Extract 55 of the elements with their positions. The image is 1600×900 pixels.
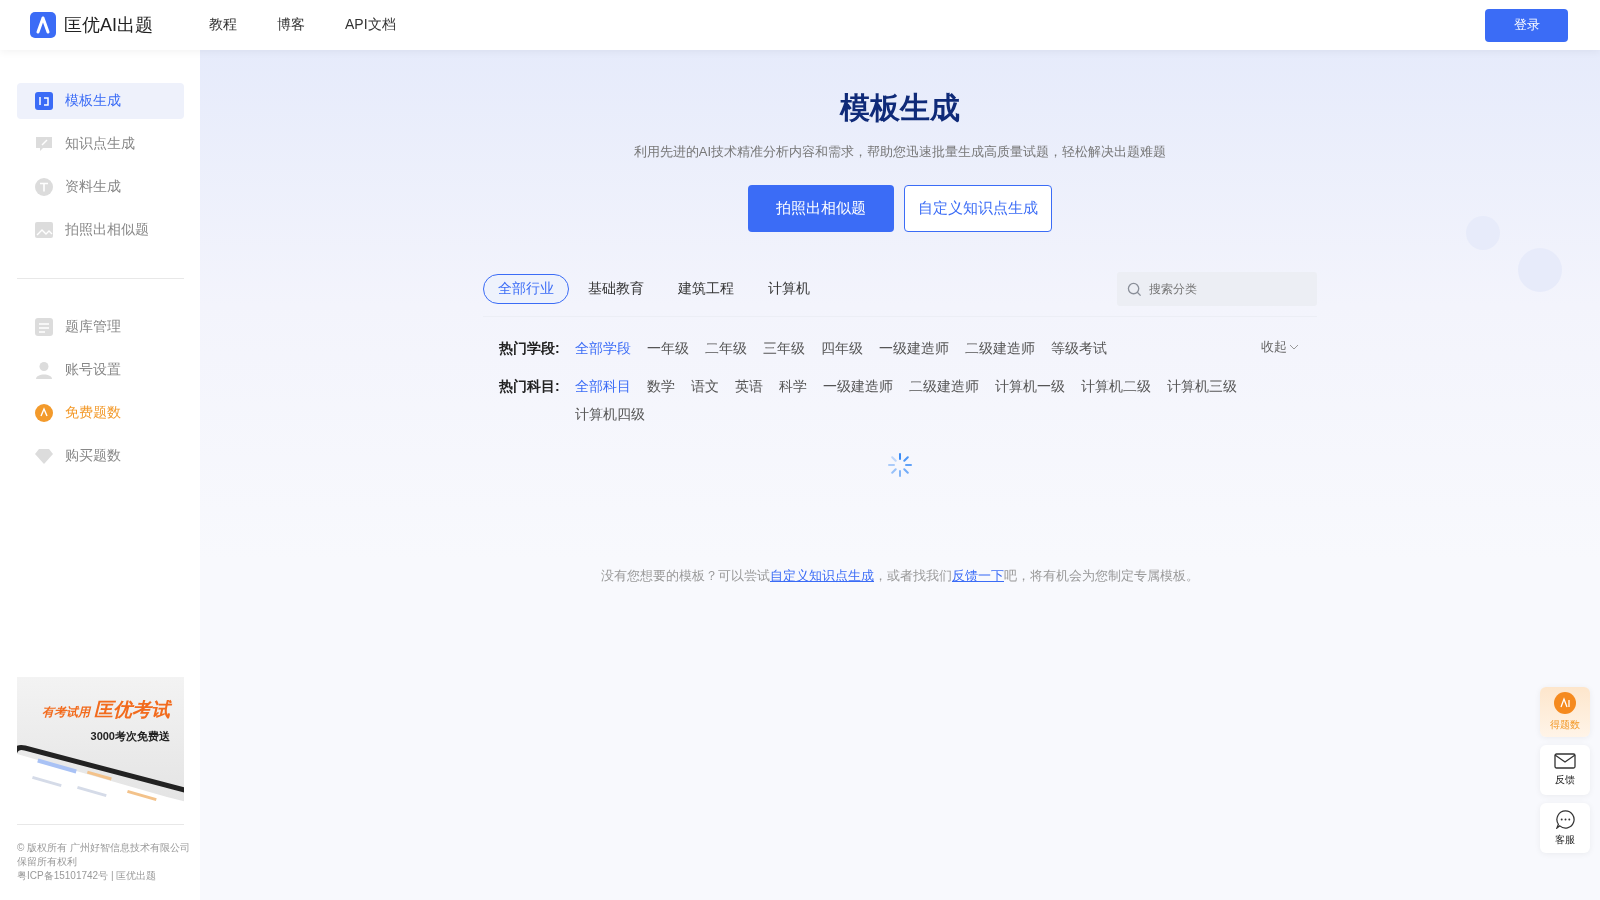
filter-label: 热门学段: [499,339,561,358]
nav-link[interactable]: API文档 [345,16,396,34]
search-field[interactable]: 搜索分类 [1117,272,1317,306]
sidebar-item[interactable]: 购买题数 [17,438,184,474]
page-title: 模板生成 [840,90,960,126]
nav-link[interactable]: 博客 [277,16,305,34]
industry-tab[interactable]: 建筑工程 [663,274,749,304]
industry-tab[interactable]: 计算机 [753,274,825,304]
hint-link[interactable]: 自定义知识点生成 [770,568,874,583]
collapse-link[interactable]: 收起 [1261,337,1299,357]
filter-option[interactable]: 英语 [735,375,763,397]
hint-link[interactable]: 反馈一下 [952,568,1004,583]
filter-option[interactable]: 科学 [779,375,807,397]
filter-option[interactable]: 语文 [691,375,719,397]
sidebar-item[interactable]: 资料生成 [17,169,184,205]
sidebar-item[interactable]: 拍照出相似题 [17,212,184,248]
copyright-text: 保留所有权利 [17,855,78,868]
filter-option[interactable]: 等级考试 [1051,337,1107,359]
filter-option[interactable]: 计算机四级 [575,403,645,425]
sidebar-item[interactable]: 题库管理 [17,309,184,345]
filter-option[interactable]: 四年级 [821,337,863,359]
copyright-text: © 版权所有 广州好智信息技术有限公司 [17,841,191,854]
filter-option[interactable]: 全部科目 [575,375,631,397]
banner-offer: 3000考次免费送 [90,729,170,744]
filter-label: 热门科目: [499,377,561,396]
banner-slogan: 有考试用 [41,704,90,721]
float-button[interactable]: 反馈 [1540,745,1590,795]
float-button[interactable]: 客服 [1540,803,1590,853]
sidebar-item[interactable]: 账号设置 [17,352,184,388]
banner-title: 匡优考试 [93,698,170,722]
filter-option[interactable]: 二级建造师 [909,375,979,397]
filter-option[interactable]: 一级建造师 [879,337,949,359]
action-button[interactable]: 自定义知识点生成 [904,185,1052,232]
login-button[interactable]: 登录 [1485,8,1568,42]
filter-option[interactable]: 全部学段 [575,337,631,359]
action-button[interactable]: 拍照出相似题 [748,185,894,232]
copyright-text: 粤ICP备15101742号 | 匡优出题 [17,869,158,882]
page-subtitle: 利用先进的AI技术精准分析内容和需求，帮助您迅速批量生成高质量试题，轻松解决出题难题 [633,143,1167,161]
filter-option[interactable]: 计算机二级 [1081,375,1151,397]
filter-option[interactable]: 一级建造师 [823,375,893,397]
industry-tab[interactable]: 基础教育 [573,274,659,304]
sidebar-item[interactable]: 知识点生成 [17,126,184,162]
filter-option[interactable]: 二年级 [705,337,747,359]
filter-option[interactable]: 数学 [647,375,675,397]
promo-banner[interactable]: 有考试用 匡优考试 3000考次免费送 [17,677,184,802]
sidebar-item[interactable]: 模板生成 [17,83,184,119]
filter-option[interactable]: 计算机三级 [1167,375,1237,397]
empty-hint-text: 没有您想要的模板？可以尝试自定义知识点生成，或者找我们反馈一下吧，将有机会为您制定专属模板。 [601,567,1199,585]
filter-option[interactable]: 计算机一级 [995,375,1065,397]
logo-text: 匡优AI出题 [64,14,153,37]
nav-link[interactable]: 教程 [209,16,237,34]
filter-option[interactable]: 二级建造师 [965,337,1035,359]
filter-option[interactable]: 一年级 [647,337,689,359]
filter-option[interactable]: 三年级 [763,337,805,359]
industry-tab[interactable]: 全部行业 [483,274,569,304]
